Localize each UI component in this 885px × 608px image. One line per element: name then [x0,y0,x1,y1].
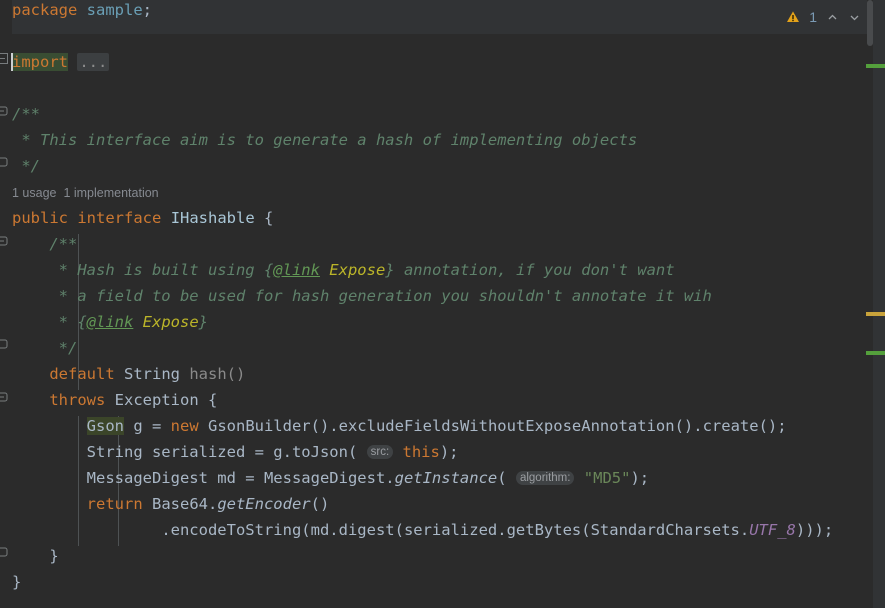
implementation-count-link[interactable]: 1 implementation [63,186,158,200]
closing-brace-method: } [49,547,59,565]
base64-class: Base64. [142,495,218,513]
constant-utf8: UTF_8 [749,521,796,539]
javadoc-open: /** [12,105,40,123]
semicolon: ; [142,1,153,19]
exception-type: Exception [114,391,199,409]
javadoc-link-target: Expose [319,261,386,279]
javadoc-text-pre: * { [49,313,87,331]
error-stripe[interactable] [873,0,885,608]
code-line-inner-javadoc-close[interactable]: */ [0,335,885,361]
keyword-import: import [12,53,68,71]
code-line-package[interactable]: package sample; [0,0,885,23]
string-literal-md5: "MD5" [583,469,631,487]
code-line-encode[interactable]: .encodeToString(md.digest(serialized.get… [0,517,885,543]
return-type: String [124,365,180,383]
static-method-getinstance: getInstance [394,469,498,487]
stripe-marker-yellow[interactable] [866,312,885,316]
parameter-hint-algorithm[interactable]: algorithm: [515,471,575,485]
closing-brace-interface: } [12,573,22,591]
chevron-down-icon[interactable] [848,11,861,24]
javadoc-close: */ [12,157,40,175]
javadoc-text: * This interface aim is to generate a ha… [12,131,638,149]
code-line-interface-decl[interactable]: public interface IHashable { [0,205,885,231]
encode-statement-pre: .encodeToString(md.digest(serialized.get… [161,521,750,539]
folded-imports-region[interactable]: ... [77,53,110,71]
keyword-throws: throws [49,391,106,409]
stripe-marker-green-bottom[interactable] [866,351,885,355]
warning-triangle-icon [787,11,800,22]
inspection-widget[interactable]: 1 [780,0,867,34]
package-name: sample [86,1,143,19]
warning-count: 1 [809,9,817,25]
keyword-package: package [12,1,78,19]
inner-javadoc-open: /** [49,235,78,253]
code-line-gson-init[interactable]: Gson g = new GsonBuilder().excludeFields… [0,413,885,439]
static-method-getencoder: getEncoder [217,495,311,513]
inner-javadoc-close: */ [49,339,78,357]
code-line-inner-javadoc-1[interactable]: * Hash is built using {@link Expose} ann… [0,257,885,283]
usage-count-link[interactable]: 1 usage [12,186,56,200]
code-line-close-method[interactable]: } [0,543,885,569]
javadoc-link-tag[interactable]: @link [87,313,134,331]
parameter-hint-src[interactable]: src: [366,445,394,459]
javadoc-text: * a field to be used for hash generation… [49,287,712,305]
open-brace: { [208,391,218,409]
code-line-throws[interactable]: throws Exception { [0,387,885,413]
code-line-method-signature[interactable]: default String hash() [0,361,885,387]
digest-statement-pre: MessageDigest md = MessageDigest. [86,469,395,487]
chevron-up-icon[interactable] [826,11,839,24]
javadoc-text-pre: * Hash is built using { [49,261,274,279]
variable-decl: g = [123,417,171,435]
code-line-messagedigest[interactable]: MessageDigest md = MessageDigest.getInst… [0,465,885,491]
digest-statement-post: ); [630,469,650,487]
code-vision-hints[interactable]: 1 usage 1 implementation [0,182,885,204]
code-line-serialize[interactable]: String serialized = g.toJson( src: this)… [0,439,885,465]
parens: () [310,495,330,513]
javadoc-text-post: } [198,313,208,331]
serialize-statement-pre: String serialized = g.toJson( [86,443,358,461]
interface-name: IHashable [170,209,255,227]
method-name: hash() [189,365,246,383]
highlighted-identifier-gson: Gson [86,417,124,435]
open-brace: { [264,209,274,227]
encode-statement-post: ))) [795,521,824,539]
keyword-interface: interface [77,209,162,227]
semicolon: ; [823,521,834,539]
stripe-marker-green-top[interactable] [866,64,885,68]
text-caret [11,53,13,71]
javadoc-text-post: } annotation, if you don't want [385,261,675,279]
code-line-inner-javadoc-2[interactable]: * a field to be used for hash generation… [0,283,885,309]
javadoc-link-target: Expose [133,313,199,331]
keyword-default: default [49,365,115,383]
open-paren: ( [497,469,507,487]
code-line-javadoc-open[interactable]: /** [0,101,885,127]
javadoc-link-tag[interactable]: @link [273,261,320,279]
keyword-public: public [12,209,68,227]
code-line-return[interactable]: return Base64.getEncoder() [0,491,885,517]
code-line-import[interactable]: import ... [0,49,885,75]
keyword-this: this [402,443,440,461]
code-line-close-interface[interactable]: } [0,569,885,595]
code-line-inner-javadoc-3[interactable]: * {@link Expose} [0,309,885,335]
code-line-inner-javadoc-open[interactable]: /** [0,231,885,257]
code-editor[interactable]: package sample; import ... /** * This in… [0,0,885,608]
serialize-statement-post: ); [439,443,459,461]
code-line-javadoc-close[interactable]: */ [0,153,885,179]
code-line-javadoc-text[interactable]: * This interface aim is to generate a ha… [0,127,885,153]
keyword-new: new [170,417,199,435]
keyword-return: return [86,495,143,513]
gson-builder-expression: GsonBuilder().excludeFieldsWithoutExpose… [198,417,787,435]
